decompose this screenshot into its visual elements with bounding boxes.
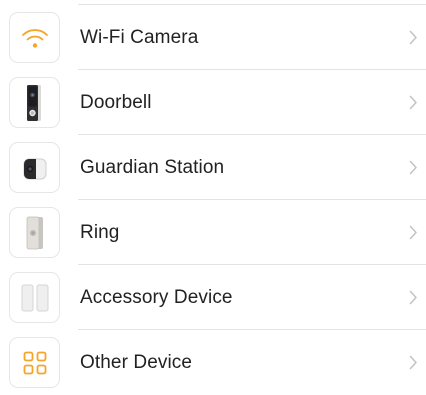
list-item-guardian-station[interactable]: Guardian Station (0, 135, 426, 200)
list-item-label: Wi-Fi Camera (80, 27, 199, 48)
list-item-accessory-device[interactable]: Accessory Device (0, 265, 426, 330)
list-item-ring[interactable]: Ring (0, 200, 426, 265)
list-item-label: Guardian Station (80, 157, 225, 178)
chevron-right-icon (409, 330, 418, 395)
accessory-sensor-icon (9, 272, 60, 323)
device-type-list: Wi-Fi Camera Doorbell Guardian Station R… (0, 5, 426, 395)
doorbell-icon (9, 77, 60, 128)
list-item-label: Accessory Device (80, 287, 233, 308)
list-item-label: Other Device (80, 352, 193, 373)
list-item-label: Doorbell (80, 92, 152, 113)
ring-chime-icon (9, 207, 60, 258)
chevron-right-icon (409, 265, 418, 330)
list-item-doorbell[interactable]: Doorbell (0, 70, 426, 135)
chevron-right-icon (409, 70, 418, 135)
chevron-right-icon (409, 200, 418, 265)
chevron-right-icon (409, 135, 418, 200)
wifi-icon (9, 12, 60, 63)
grid-icon (9, 337, 60, 388)
list-item-wifi-camera[interactable]: Wi-Fi Camera (0, 5, 426, 70)
list-item-label: Ring (80, 222, 120, 243)
list-item-other-device[interactable]: Other Device (0, 330, 426, 395)
chevron-right-icon (409, 5, 418, 70)
guardian-station-icon (9, 142, 60, 193)
